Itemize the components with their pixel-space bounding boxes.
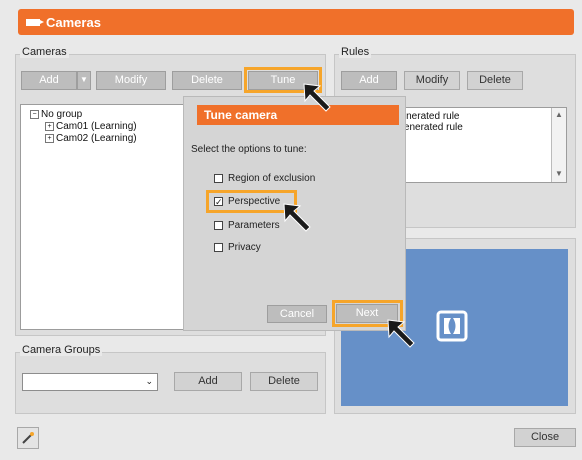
- camera-groups-label: Camera Groups: [20, 344, 103, 356]
- wand-tool-button[interactable]: [17, 427, 39, 449]
- pointer-arrow-icon: [387, 319, 415, 348]
- tune-dialog-instruction: Select the options to tune:: [191, 144, 307, 155]
- camera-group-select[interactable]: ⌄: [22, 373, 158, 391]
- delete-group-label: Delete: [268, 375, 300, 387]
- tree-item-label: Cam02 (Learning): [56, 133, 137, 144]
- add-camera-label: Add: [39, 74, 59, 86]
- delete-camera-label: Delete: [191, 74, 223, 86]
- tree-item-cam01[interactable]: + Cam01 (Learning): [45, 121, 137, 132]
- modify-camera-label: Modify: [114, 74, 148, 86]
- chevron-down-icon[interactable]: ⌄: [145, 376, 153, 387]
- rules-scrollbar[interactable]: ▲ ▼: [551, 108, 566, 182]
- window-title-bar: Cameras: [18, 9, 574, 35]
- collapse-icon[interactable]: −: [30, 109, 39, 119]
- pointer-arrow-icon: [303, 83, 331, 112]
- chevron-down-icon: ▼: [80, 75, 88, 84]
- dolby-logo-icon: [436, 310, 468, 342]
- add-group-label: Add: [198, 375, 218, 387]
- tree-item-cam02[interactable]: + Cam02 (Learning): [45, 133, 137, 144]
- add-camera-button[interactable]: Add: [21, 71, 77, 90]
- scroll-up-icon[interactable]: ▲: [555, 110, 563, 119]
- perspective-checkbox[interactable]: ✓: [214, 197, 223, 207]
- add-dropdown-button[interactable]: ▼: [77, 71, 91, 90]
- option-label: Privacy: [228, 242, 261, 253]
- cancel-label: Cancel: [279, 308, 315, 320]
- cameras-group-label: Cameras: [20, 46, 69, 58]
- pointer-arrow-icon: [283, 203, 311, 232]
- privacy-checkbox[interactable]: [214, 243, 223, 252]
- expand-icon[interactable]: +: [45, 121, 54, 131]
- delete-group-button[interactable]: Delete: [250, 372, 318, 391]
- close-button[interactable]: Close: [514, 428, 576, 447]
- delete-camera-button[interactable]: Delete: [172, 71, 242, 90]
- tune-dialog-title: Tune camera: [204, 108, 278, 122]
- add-group-button[interactable]: Add: [174, 372, 242, 391]
- option-label: Region of exclusion: [228, 173, 316, 184]
- option-privacy[interactable]: Privacy: [214, 242, 304, 254]
- window-title: Cameras: [46, 14, 101, 30]
- tune-dialog-title-bar: Tune camera: [197, 105, 399, 125]
- next-label: Next: [355, 307, 379, 319]
- modify-rule-label: Modify: [415, 74, 449, 86]
- add-rule-button[interactable]: Add: [341, 71, 397, 90]
- parameters-checkbox[interactable]: [214, 221, 223, 230]
- region-of-exclusion-checkbox[interactable]: [214, 174, 223, 183]
- modify-rule-button[interactable]: Modify: [404, 71, 460, 90]
- delete-rule-label: Delete: [479, 74, 511, 86]
- wand-icon: [22, 432, 34, 444]
- option-region-of-exclusion[interactable]: Region of exclusion: [214, 173, 334, 185]
- scroll-down-icon[interactable]: ▼: [555, 169, 563, 178]
- tune-label: Tune: [270, 74, 296, 86]
- tree-root[interactable]: − No group: [30, 109, 82, 120]
- option-label: Parameters: [228, 220, 280, 231]
- tree-root-label: No group: [41, 109, 83, 120]
- camera-icon: [26, 18, 44, 26]
- cancel-button[interactable]: Cancel: [267, 305, 327, 323]
- modify-camera-button[interactable]: Modify: [96, 71, 166, 90]
- add-rule-label: Add: [359, 74, 379, 86]
- expand-icon[interactable]: +: [45, 133, 54, 143]
- close-label: Close: [530, 431, 560, 443]
- rules-group-label: Rules: [339, 46, 372, 58]
- tree-item-label: Cam01 (Learning): [56, 121, 137, 132]
- option-label: Perspective: [228, 196, 281, 207]
- delete-rule-button[interactable]: Delete: [467, 71, 523, 90]
